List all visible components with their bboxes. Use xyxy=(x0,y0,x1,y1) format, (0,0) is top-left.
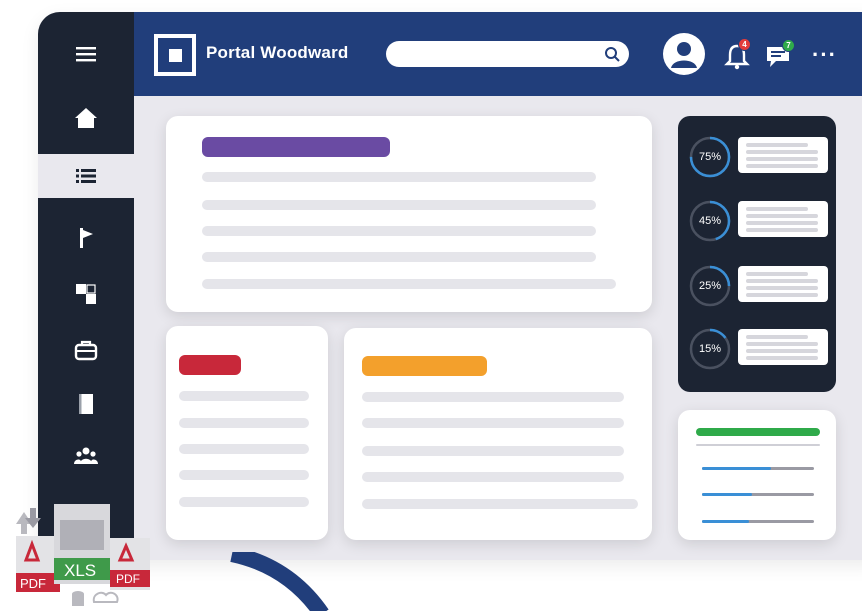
sidebar-item-briefcase[interactable] xyxy=(38,328,134,372)
app-logo[interactable] xyxy=(154,34,196,76)
text-line xyxy=(746,356,818,360)
card-title-bar xyxy=(202,137,390,157)
database-cloud-icon xyxy=(72,591,119,606)
app-window: Portal Woodward 4 7 ··· 75% 45% 25% 15% xyxy=(38,12,862,560)
upload-arrows-icon xyxy=(16,508,41,534)
text-line xyxy=(362,499,638,509)
text-line xyxy=(202,279,616,289)
stat-progress-ring: 45% xyxy=(688,199,732,243)
text-line xyxy=(179,418,309,428)
stat-detail-card xyxy=(738,329,828,365)
menu-button[interactable] xyxy=(38,32,134,76)
text-line xyxy=(746,143,808,147)
text-line xyxy=(202,200,596,210)
text-line xyxy=(746,335,808,339)
text-line xyxy=(362,392,624,402)
sidebar-item-list[interactable] xyxy=(38,154,134,198)
text-line xyxy=(202,226,596,236)
search-input[interactable] xyxy=(386,41,586,67)
text-line xyxy=(746,150,818,154)
text-line xyxy=(179,391,309,401)
sidebar-item-book[interactable] xyxy=(38,382,134,426)
search-bar[interactable] xyxy=(386,41,629,67)
progress-track xyxy=(702,520,814,523)
menu-icon xyxy=(76,47,96,62)
book-icon xyxy=(79,394,93,414)
card-title-bar xyxy=(696,428,820,436)
stat-percent-label: 25% xyxy=(698,280,722,292)
text-line xyxy=(746,228,818,232)
stat-detail-card xyxy=(738,201,828,237)
avatar[interactable] xyxy=(662,32,706,76)
more-options-icon[interactable]: ··· xyxy=(812,42,837,68)
stat-percent-label: 75% xyxy=(698,151,722,163)
text-line xyxy=(179,470,309,480)
left-content-card xyxy=(166,326,328,540)
text-line xyxy=(746,272,808,276)
progress-fill xyxy=(702,467,772,470)
text-line xyxy=(746,286,818,290)
sidebar-item-users[interactable] xyxy=(38,434,134,478)
stat-progress-ring: 15% xyxy=(688,327,732,371)
text-line xyxy=(179,497,309,507)
stat-percent-label: 15% xyxy=(698,343,722,355)
text-line xyxy=(362,446,624,456)
center-content-card xyxy=(344,328,652,540)
home-icon xyxy=(75,108,97,128)
progress-track xyxy=(702,493,814,496)
text-line xyxy=(202,252,596,262)
app-title: Portal Woodward xyxy=(206,43,349,62)
stat-progress-ring: 25% xyxy=(688,264,732,308)
stat-detail-card xyxy=(738,137,828,173)
briefcase-icon xyxy=(74,340,98,361)
swoosh-arrow-decoration xyxy=(230,552,329,611)
text-line xyxy=(746,293,818,297)
sidebar-item-flag[interactable] xyxy=(38,216,134,260)
users-icon xyxy=(74,447,98,464)
text-line xyxy=(746,279,818,283)
sidebar-item-grid[interactable] xyxy=(38,272,134,316)
card-title-bar xyxy=(362,356,487,376)
pdf-label-secondary: PDF xyxy=(116,572,140,586)
text-line xyxy=(362,418,624,428)
progress-fill xyxy=(702,520,750,523)
stat-progress-ring: 75% xyxy=(688,135,732,179)
main-content-card xyxy=(166,116,652,312)
text-line xyxy=(746,214,818,218)
divider xyxy=(696,444,820,446)
progress-card xyxy=(678,410,836,540)
stat-percent-label: 45% xyxy=(698,215,722,227)
text-line xyxy=(746,164,818,168)
text-line xyxy=(746,349,818,353)
search-icon[interactable] xyxy=(603,45,621,63)
notification-badge: 4 xyxy=(738,38,751,51)
text-line xyxy=(746,221,818,225)
list-icon xyxy=(76,169,96,183)
flag-icon xyxy=(80,228,93,248)
text-line xyxy=(362,472,624,482)
progress-track xyxy=(702,467,814,470)
progress-fill xyxy=(702,493,753,496)
message-badge: 7 xyxy=(782,39,795,52)
grid-icon xyxy=(76,284,96,304)
xls-label: XLS xyxy=(64,561,96,580)
logo-icon xyxy=(168,48,182,62)
file-documents-illustration: PDF XLS PDF xyxy=(16,504,150,606)
text-line xyxy=(746,207,808,211)
text-line xyxy=(746,157,818,161)
sidebar xyxy=(38,12,134,560)
text-line xyxy=(179,444,309,454)
text-line xyxy=(202,172,596,182)
sidebar-item-home[interactable] xyxy=(38,96,134,140)
pdf-label: PDF xyxy=(20,576,46,591)
stage: Portal Woodward 4 7 ··· 75% 45% 25% 15% … xyxy=(0,0,862,611)
stat-detail-card xyxy=(738,266,828,302)
top-bar: Portal Woodward 4 7 ··· xyxy=(134,12,862,96)
stats-panel: 75% 45% 25% 15% xyxy=(678,116,836,392)
text-line xyxy=(746,342,818,346)
card-title-bar xyxy=(179,355,241,375)
